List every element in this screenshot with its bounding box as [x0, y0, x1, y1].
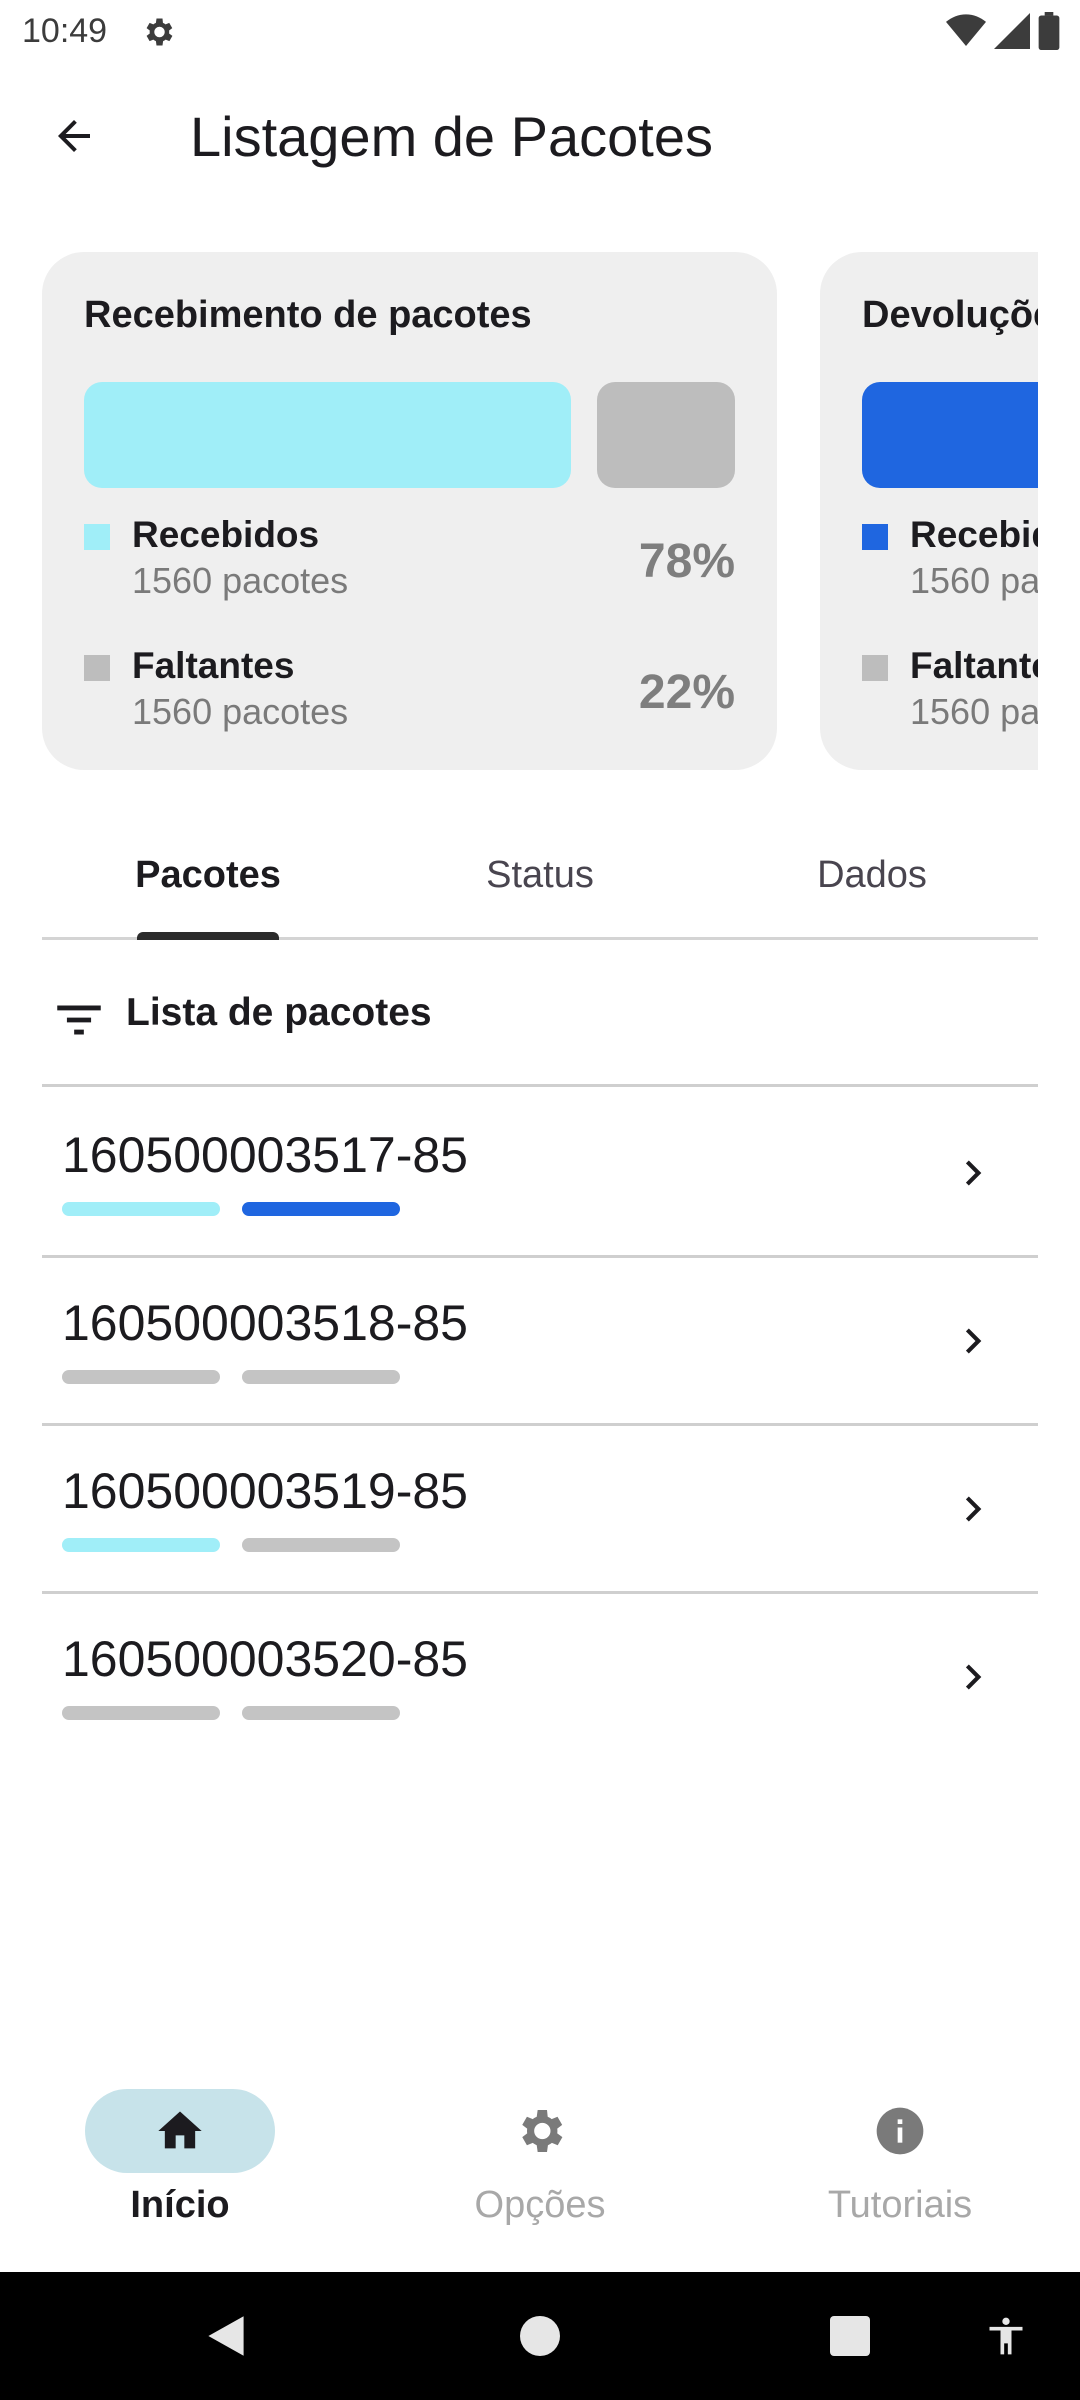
list-item[interactable]: 160500003518-85	[42, 1258, 1038, 1426]
list-item[interactable]: 160500003517-85	[42, 1090, 1038, 1258]
system-back-button[interactable]	[196, 2306, 256, 2366]
nav-icon-container	[445, 2089, 635, 2173]
back-button[interactable]	[36, 98, 112, 174]
status-bar-receipt	[62, 1202, 220, 1216]
package-status-bars	[62, 1538, 400, 1552]
chevron-right-icon	[965, 1664, 982, 1690]
legend-label: Recebidos	[132, 514, 320, 555]
accessibility-button[interactable]	[976, 2306, 1036, 2366]
legend-percent: 22%	[638, 666, 735, 719]
package-status-bars	[62, 1370, 400, 1384]
stacked-progress-bar	[862, 382, 1038, 488]
legend-swatch	[862, 524, 888, 550]
tab-dados[interactable]: Dados	[706, 840, 1038, 937]
nav-item-inicio[interactable]: Início	[0, 2066, 360, 2272]
status-bar-receipt	[62, 1538, 220, 1552]
nav-active-pill	[85, 2089, 275, 2173]
list-header-title: Lista de pacotes	[126, 991, 432, 1034]
legend-count: 1560 pacotes	[132, 691, 349, 732]
status-bar-receipt	[62, 1370, 220, 1384]
legend-count: 1560 pacotes	[910, 691, 1038, 732]
nav-item-tutoriais[interactable]: Tutoriais	[720, 2066, 1080, 2272]
settings-notification-icon	[146, 18, 173, 46]
home-icon	[158, 2111, 202, 2149]
legend-swatch	[84, 524, 110, 550]
bottom-navigation: Início Opções Tutoriais	[0, 2066, 1080, 2272]
package-id: 160500003517-85	[62, 1127, 468, 1183]
package-list: 160500003517-85 160500003518-85 16050000…	[42, 1090, 1038, 1762]
legend-label: Faltantes	[132, 645, 295, 686]
legend-count: 1560 pacotes	[132, 560, 349, 601]
filter-icon[interactable]	[50, 991, 108, 1049]
page-title: Listagem de Pacotes	[190, 105, 713, 168]
battery-icon	[1038, 12, 1060, 50]
gear-icon	[522, 2110, 563, 2152]
status-bar-return	[242, 1370, 400, 1384]
legend-percent: 78%	[638, 535, 735, 588]
legend-count: 1560 pacotes	[910, 560, 1038, 601]
bar-segment-missing	[597, 382, 735, 488]
wifi-icon	[946, 14, 986, 47]
bar-segment-returned	[862, 382, 1038, 488]
tab-bar: Pacotes Status Dados	[42, 840, 1038, 940]
list-header: Lista de pacotes	[42, 975, 1038, 1087]
package-id: 160500003519-85	[62, 1463, 468, 1519]
chevron-right-icon	[965, 1160, 982, 1186]
nav-icon-container	[805, 2089, 995, 2173]
info-icon	[876, 2107, 924, 2155]
tab-label: Pacotes	[135, 854, 281, 896]
tab-pacotes[interactable]: Pacotes	[42, 840, 374, 940]
nav-label: Opções	[474, 2184, 606, 2226]
system-navigation-bar	[0, 2272, 1080, 2400]
status-bar-return	[242, 1538, 400, 1552]
tab-label: Status	[486, 854, 594, 896]
circle-home-icon	[520, 2316, 560, 2356]
square-recents-icon	[830, 2316, 870, 2356]
status-time: 10:49	[22, 12, 108, 50]
card-returns[interactable]: Devoluções Recebidos 1560 pacotes Faltan…	[820, 252, 1038, 770]
app-bar: Listagem de Pacotes	[0, 80, 1080, 192]
tab-active-indicator	[137, 932, 279, 940]
arrow-back-icon	[58, 120, 90, 152]
chevron-right-icon	[965, 1328, 982, 1354]
summary-cards-carousel[interactable]: Recebimento de pacotes Recebidos 1560 pa…	[42, 252, 1038, 772]
package-id: 160500003518-85	[62, 1295, 468, 1351]
package-status-bars	[62, 1706, 400, 1720]
system-recents-button[interactable]	[820, 2306, 880, 2366]
tab-label: Dados	[817, 854, 927, 896]
card-receiving[interactable]: Recebimento de pacotes Recebidos 1560 pa…	[42, 252, 777, 770]
nav-item-opcoes[interactable]: Opções	[360, 2066, 720, 2272]
package-status-bars	[62, 1202, 400, 1216]
accessibility-icon	[989, 2317, 1023, 2355]
chevron-right-icon	[965, 1496, 982, 1522]
legend-swatch	[862, 655, 888, 681]
status-icons	[946, 12, 1060, 50]
stacked-progress-bar	[84, 382, 735, 488]
card-title: Devoluções	[862, 294, 1038, 336]
list-item[interactable]: 160500003520-85	[42, 1594, 1038, 1762]
status-bar-receipt	[62, 1706, 220, 1720]
legend-label: Recebidos	[910, 514, 1038, 555]
triangle-back-icon	[208, 2316, 244, 2356]
tab-status[interactable]: Status	[374, 840, 706, 937]
status-bar-return	[242, 1706, 400, 1720]
system-home-button[interactable]	[510, 2306, 570, 2366]
status-bar: 10:49	[0, 0, 1080, 64]
legend-swatch	[84, 655, 110, 681]
nav-label: Início	[130, 2184, 230, 2226]
package-id: 160500003520-85	[62, 1631, 468, 1687]
status-bar-return	[242, 1202, 400, 1216]
card-title: Recebimento de pacotes	[84, 294, 532, 336]
cell-signal-icon	[994, 13, 1030, 49]
bar-segment-received	[84, 382, 572, 488]
nav-label: Tutoriais	[827, 2184, 973, 2226]
legend-label: Faltantes	[910, 645, 1038, 686]
list-item[interactable]: 160500003519-85	[42, 1426, 1038, 1594]
